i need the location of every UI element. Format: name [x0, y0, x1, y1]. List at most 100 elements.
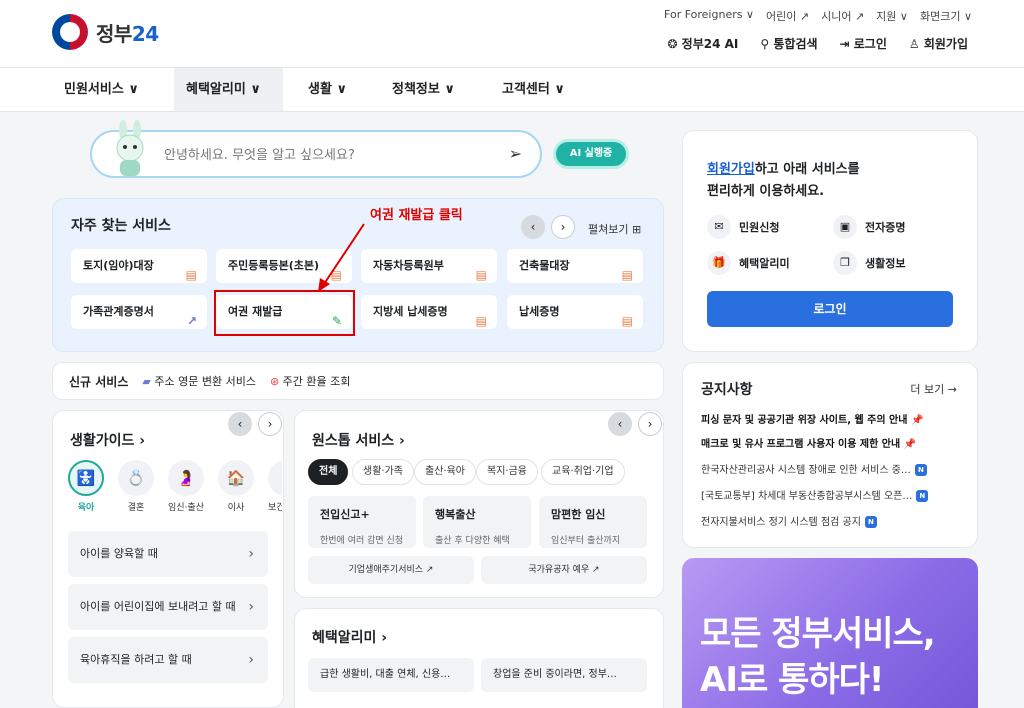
send-icon[interactable]: ➢	[509, 144, 522, 163]
search-icon: ⚲	[760, 37, 774, 51]
spread-view-button[interactable]: 펼쳐보기 ⊞	[588, 221, 641, 237]
notice-title: 공지사항	[701, 382, 753, 398]
document-icon: ▤	[621, 314, 633, 328]
frequent-services-title: 자주 찾는 서비스	[71, 218, 171, 234]
life-guide-title[interactable]: 생활가이드 ›	[70, 430, 145, 450]
login-card: 회원가입하고 아래 서비스를 편리하게 이용하세요. ✉ 민원신청 ▣ 전자증명 🎁…	[682, 130, 978, 352]
nav-customer-center[interactable]: 고객센터 ∨	[490, 68, 577, 111]
header-actions: ❂ 정부24 AI ⚲ 통합검색 ⇥ 로그인 ♙ 회원가입	[667, 35, 968, 52]
prev-arrow-icon[interactable]: ‹	[608, 412, 632, 436]
veterans-link[interactable]: 국가유공자 예우 ↗	[481, 556, 647, 584]
benefit-item-startup[interactable]: 창업을 준비 중이라면, 정부…	[481, 658, 647, 692]
guide-item-daycare[interactable]: 아이를 어린이집에 보내려고 할 때	[68, 584, 268, 630]
signup-link[interactable]: ♙ 회원가입	[909, 35, 968, 52]
notice-more-link[interactable]: 더 보기 →	[910, 381, 957, 397]
quick-e-certificate[interactable]: ▣ 전자증명	[833, 215, 905, 239]
category-health[interactable]: 보건	[268, 460, 282, 513]
nav-civil-service[interactable]: 민원서비스 ∨	[52, 68, 151, 111]
rings-icon: 💍	[118, 460, 154, 496]
gov24-logo[interactable]: 정부24	[52, 14, 159, 50]
chip-all[interactable]: 전체	[308, 459, 349, 485]
login-link[interactable]: ⇥ 로그인	[840, 35, 887, 52]
chip-life-family[interactable]: 생활·가족	[352, 459, 414, 485]
prev-arrow-icon[interactable]: ‹	[228, 412, 252, 436]
new-service-address-english[interactable]: ▰ 주소 영문 변환 서비스	[142, 373, 256, 389]
login-button[interactable]: 로그인	[707, 291, 953, 327]
new-service-exchange-rate[interactable]: ⊛ 주간 환율 조회	[270, 373, 350, 389]
notice-item[interactable]: [국토교통부] 차세대 부동산종합공부시스템 오픈… N	[701, 487, 929, 502]
category-pregnancy[interactable]: 🤰 임신·출산	[168, 460, 204, 513]
service-land-register[interactable]: 토지(임야)대장 ▤	[71, 249, 207, 283]
support-menu[interactable]: 지원 ∨	[876, 8, 908, 24]
pin-icon: 📌	[910, 415, 924, 426]
document-icon: ▤	[475, 268, 487, 282]
chip-welfare-finance[interactable]: 복지·금융	[476, 459, 538, 485]
document-icon: ▤	[475, 314, 487, 328]
category-marriage[interactable]: 💍 결혼	[118, 460, 154, 513]
login-icon: ⇥	[839, 37, 854, 51]
quick-civil-application[interactable]: ✉ 민원신청	[707, 215, 779, 239]
rabbit-mascot-icon	[116, 120, 144, 176]
tile-happy-birth[interactable]: 행복출산 출산 후 다양한 혜택	[423, 496, 531, 548]
notice-item[interactable]: 피싱 문자 및 공공기관 위장 사이트, 웹 주의 안내 📌	[701, 411, 923, 426]
certificate-icon: ▣	[833, 215, 857, 239]
new-services-label: 신규 서비스	[69, 374, 129, 389]
category-childcare[interactable]: 🚼 육아	[68, 460, 104, 513]
banner-headline-2: AI로 통하다!	[700, 660, 884, 700]
logo-text: 정부	[96, 21, 132, 46]
integrated-search-link[interactable]: ⚲ 통합검색	[760, 35, 817, 52]
stroller-icon: 🚼	[68, 460, 104, 496]
service-family-certificate[interactable]: 가족관계증명서 ↗	[71, 295, 207, 329]
site-header: 정부24 For Foreigners ∨ 어린이 ↗ 시니어 ↗ 지원 ∨ 화…	[0, 0, 1024, 68]
service-vehicle-register[interactable]: 자동차등록원부 ▤	[361, 249, 497, 283]
next-arrow-icon[interactable]: ›	[258, 412, 282, 436]
for-foreigners-link[interactable]: For Foreigners ∨	[664, 8, 754, 24]
service-building-register[interactable]: 건축물대장 ▤	[507, 249, 643, 283]
life-guide-categories: 🚼 육아 💍 결혼 🤰 임신·출산 🏠 이사 보건	[68, 460, 282, 513]
quick-benefit-alert[interactable]: 🎁 혜택알리미	[707, 251, 790, 275]
logo-number: 24	[131, 21, 159, 46]
guide-item-parental-leave[interactable]: 육아휴직을 하려고 할 때	[68, 637, 268, 683]
business-lifecycle-link[interactable]: 기업생애주기서비스 ↗	[308, 556, 474, 584]
prev-arrow-icon[interactable]: ‹	[521, 215, 545, 239]
next-arrow-icon[interactable]: ›	[638, 412, 662, 436]
next-arrow-icon[interactable]: ›	[551, 215, 575, 239]
service-tax-certificate[interactable]: 납세증명 ▤	[507, 295, 643, 329]
notice-panel: 공지사항 더 보기 → 피싱 문자 및 공공기관 위장 사이트, 웹 주의 안내…	[682, 362, 978, 548]
senior-link[interactable]: 시니어 ↗	[821, 8, 864, 24]
ai-search-input[interactable]	[164, 144, 494, 166]
chip-education-job[interactable]: 교육·취업·기업	[541, 459, 625, 485]
kids-link[interactable]: 어린이 ↗	[766, 8, 809, 24]
bookmark-icon: ❐	[833, 251, 857, 275]
nav-benefit-alert[interactable]: 혜택알리미 ∨	[174, 68, 283, 111]
ai-search-box: ➢	[90, 120, 542, 178]
benefit-item-living-cost[interactable]: 급한 생활비, 대출 연체, 신용…	[308, 658, 474, 692]
notice-item[interactable]: 전자지불서비스 정기 시스템 점검 공지 N	[701, 513, 877, 528]
ai-running-badge[interactable]: AI 실행중	[556, 142, 626, 166]
font-size-menu[interactable]: 화면크기 ∨	[920, 8, 972, 24]
chip-birth-childcare[interactable]: 출산·육아	[414, 459, 476, 485]
gov24-ai-link[interactable]: ❂ 정부24 AI	[667, 35, 738, 52]
document-icon: ▤	[185, 268, 197, 282]
tile-move-in-report[interactable]: 전입신고+ 한번에 여러 감면 신청	[308, 496, 416, 548]
nav-life[interactable]: 생활 ∨	[296, 68, 359, 111]
ai-icon: ❂	[667, 37, 682, 51]
ai-promo-banner[interactable]: 모든 정부서비스, AI로 통하다!	[682, 558, 978, 708]
service-local-tax-certificate[interactable]: 지방세 납세증명 ▤	[361, 295, 497, 329]
notice-item[interactable]: 매크로 및 유사 프로그램 사용자 이용 제한 안내 📌	[701, 435, 916, 450]
annotation-callout: 여권 재발급 클릭	[370, 208, 463, 223]
pregnant-icon: 🤰	[168, 460, 204, 496]
quick-life-info[interactable]: ❐ 생활정보	[833, 251, 905, 275]
signup-link-inline[interactable]: 회원가입	[707, 162, 755, 177]
benefit-title[interactable]: 혜택알리미 ›	[312, 627, 387, 647]
onestop-pager: ‹ ›	[608, 412, 662, 436]
annotation-arrow-icon	[318, 223, 365, 292]
nav-policy-info[interactable]: 정책정보 ∨	[380, 68, 467, 111]
document-icon: ▤	[621, 268, 633, 282]
category-moving[interactable]: 🏠 이사	[218, 460, 254, 513]
onestop-title[interactable]: 원스톱 서비스 ›	[312, 430, 405, 450]
guide-item-raising-child[interactable]: 아이를 양육할 때	[68, 531, 268, 577]
tile-pregnancy[interactable]: 맘편한 임신 임신부터 출산까지	[539, 496, 647, 548]
notice-item[interactable]: 한국자산관리공사 시스템 장애로 인한 서비스 중… N	[701, 461, 927, 476]
new-badge-icon: N	[864, 516, 877, 528]
